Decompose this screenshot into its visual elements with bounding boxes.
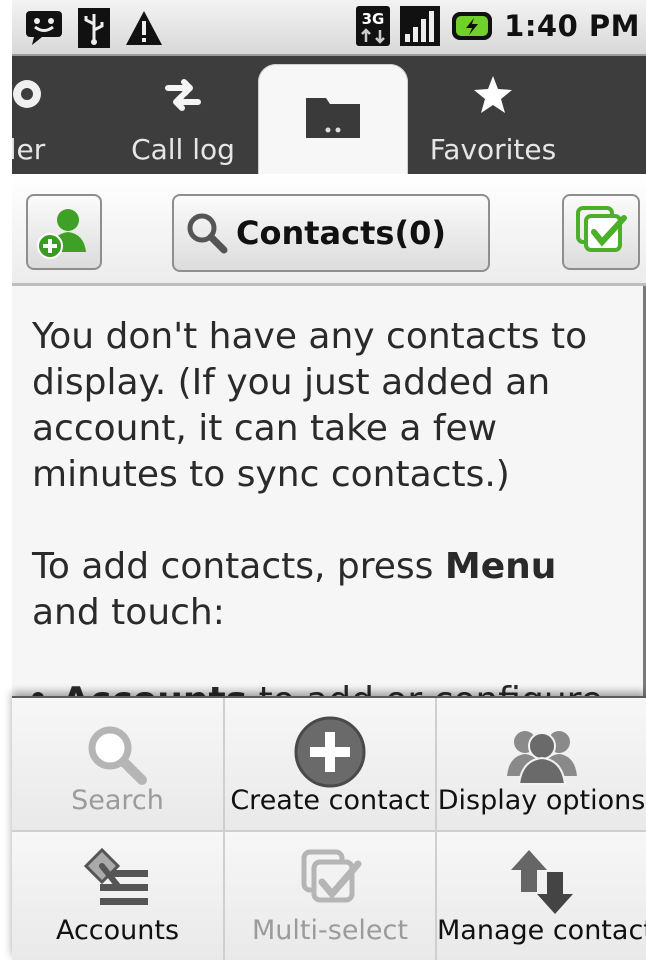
add-contact-icon	[37, 209, 86, 259]
menu-item-label: Manage contacts	[437, 915, 646, 946]
menu-item-label: Accounts	[55, 915, 180, 946]
multi-select-icon	[576, 206, 627, 252]
menu-item-display-options[interactable]: Display options	[437, 698, 646, 832]
add-contact-button[interactable]	[26, 194, 102, 270]
tab-call-log-label: Call log	[131, 133, 235, 166]
contacts-toolbar: Contacts(0)	[12, 174, 646, 286]
tab-bar: ler Call log Favorites	[12, 56, 646, 174]
search-icon	[187, 213, 228, 254]
add-contacts-instruction: To add contacts, press Menu and touch:	[32, 544, 632, 636]
status-bar: 3G 1:40 PM	[12, 0, 646, 56]
empty-message-text: You don't have any contacts to display. …	[32, 316, 588, 495]
instruction-text: To add contacts, press	[32, 546, 445, 587]
manage-contacts-icon	[510, 850, 573, 914]
svg-text:3G: 3G	[362, 10, 385, 28]
dialer-icon	[13, 80, 41, 108]
create-contact-icon	[294, 716, 366, 788]
menu-item-accounts[interactable]: Accounts	[12, 832, 225, 960]
menu-item-search[interactable]: Search	[12, 698, 225, 832]
tab-favorites[interactable]: Favorites	[418, 56, 568, 174]
menu-item-multi-select[interactable]: Multi-select	[225, 832, 437, 960]
tab-dialer[interactable]: ler	[12, 56, 102, 174]
menu-item-manage-contacts[interactable]: Manage contacts	[437, 832, 646, 960]
contacts-search-button[interactable]: Contacts(0)	[172, 194, 490, 272]
options-menu: Search Create contact Display options Ac…	[12, 696, 646, 960]
signal-icon	[400, 6, 441, 46]
status-time: 1:40 PM	[504, 9, 640, 43]
search-icon	[88, 726, 147, 785]
empty-contacts-message: You don't have any contacts to display. …	[12, 286, 646, 706]
menu-item-create-contact[interactable]: Create contact	[225, 698, 437, 832]
multi-select-icon	[301, 849, 362, 903]
battery-icon	[452, 12, 493, 40]
tab-call-log[interactable]: Call log	[108, 56, 258, 174]
chat-notification-icon	[26, 11, 62, 45]
contacts-folder-icon	[306, 98, 360, 138]
contacts-count-label: Contacts(0)	[236, 214, 446, 252]
3g-data-icon: 3G	[356, 6, 391, 46]
menu-item-label: Create contact	[230, 785, 430, 816]
call-log-icon	[165, 79, 201, 111]
usb-icon	[78, 8, 110, 48]
tab-dialer-label: ler	[12, 133, 46, 166]
star-icon	[474, 76, 512, 113]
menu-item-label: Search	[71, 785, 164, 816]
menu-item-label: Multi-select	[252, 915, 408, 946]
menu-keyword: Menu	[444, 546, 557, 587]
warning-icon	[126, 11, 162, 45]
instruction-text-end: and touch:	[32, 592, 225, 633]
accounts-icon	[83, 847, 148, 905]
menu-item-label: Display options	[437, 785, 646, 816]
display-options-icon	[506, 731, 577, 785]
multi-select-button[interactable]	[562, 194, 640, 270]
tab-favorites-label: Favorites	[429, 133, 557, 166]
tab-contacts[interactable]	[258, 64, 408, 174]
